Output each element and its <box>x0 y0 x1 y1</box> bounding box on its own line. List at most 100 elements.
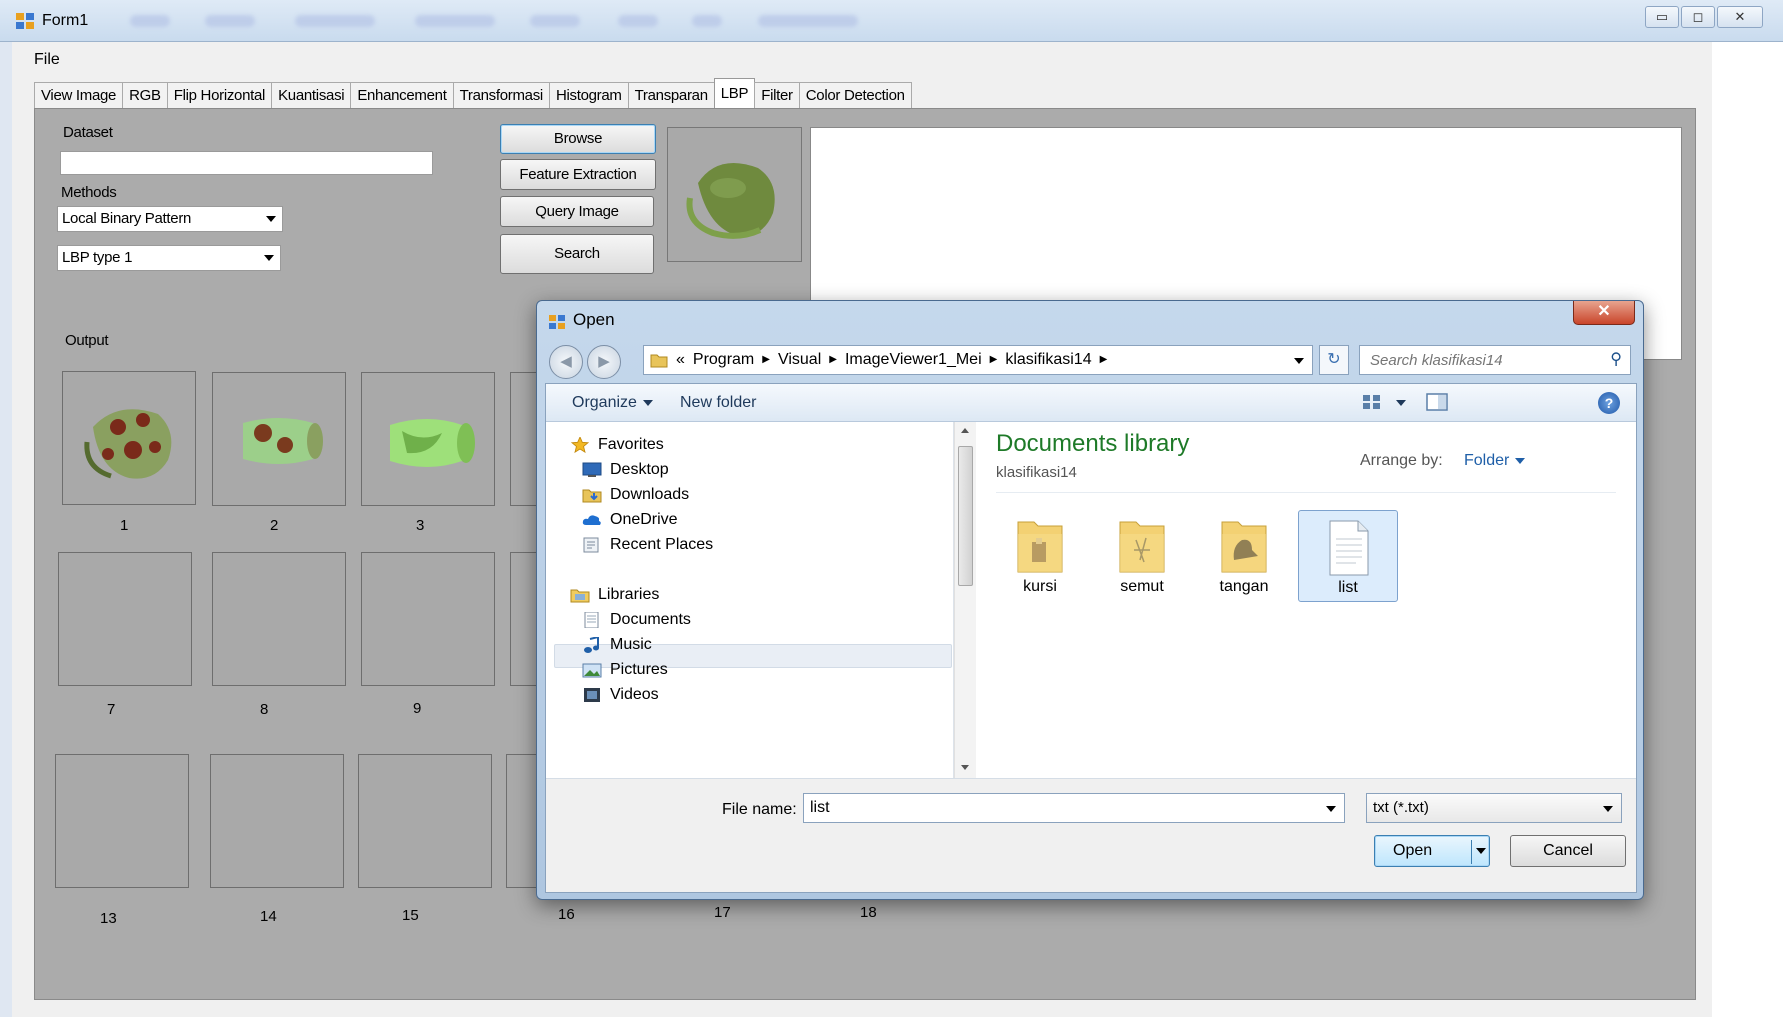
tab-color-detection[interactable]: Color Detection <box>798 82 912 108</box>
result-thumbnail-1[interactable] <box>62 371 196 505</box>
menu-file[interactable]: File <box>34 51 60 69</box>
tab-lbp[interactable]: LBP <box>713 78 756 108</box>
tab-transformasi[interactable]: Transformasi <box>452 82 550 108</box>
close-button[interactable]: ✕ <box>1717 6 1763 28</box>
refresh-button[interactable]: ↻ <box>1319 345 1349 375</box>
minimize-button[interactable]: ▭ <box>1645 6 1679 28</box>
nav-music[interactable]: Music <box>582 636 652 654</box>
output-label: Output <box>65 332 109 349</box>
tab-enhancement[interactable]: Enhancement <box>350 82 454 108</box>
cloud-icon <box>582 515 601 525</box>
maximize-button[interactable]: ◻ <box>1681 6 1715 28</box>
feature-extraction-button[interactable]: Feature Extraction <box>500 159 656 190</box>
chevron-down-icon <box>264 255 274 261</box>
breadcrumb-overflow[interactable]: « <box>676 346 685 374</box>
address-bar[interactable]: « Program ▶ Visual ▶ ImageViewer1_Mei ▶ … <box>643 345 1313 375</box>
result-thumbnail-13[interactable] <box>55 754 189 888</box>
chevron-down-icon[interactable] <box>1294 358 1304 364</box>
file-name-label: File name: <box>722 801 797 818</box>
arrange-by-dropdown[interactable]: Folder <box>1464 452 1526 470</box>
arrange-by-value: Folder <box>1464 452 1510 469</box>
query-image-button[interactable]: Query Image <box>500 196 654 227</box>
cancel-button[interactable]: Cancel <box>1510 835 1626 867</box>
vase-thumbnail-image <box>390 419 475 467</box>
window-titlebar: Form1 ▭ ◻ ✕ <box>0 0 1783 42</box>
nav-libraries[interactable]: Libraries <box>570 586 659 604</box>
tab-flip-horizontal[interactable]: Flip Horizontal <box>166 82 273 108</box>
folder-item-kursi[interactable]: kursi <box>990 510 1090 602</box>
search-icon: ⚲ <box>1610 351 1622 368</box>
tab-kuantisasi[interactable]: Kuantisasi <box>271 82 352 108</box>
thumbnail-number: 1 <box>120 517 129 534</box>
nav-recent-places[interactable]: Recent Places <box>582 536 713 554</box>
file-name-value: list <box>810 799 830 816</box>
breadcrumb: « Program ▶ Visual ▶ ImageViewer1_Mei ▶ … <box>676 346 1107 374</box>
back-button[interactable]: ◀ <box>549 345 583 379</box>
new-folder-button[interactable]: New folder <box>680 394 756 412</box>
chevron-down-icon[interactable] <box>1326 806 1336 812</box>
search-box[interactable]: ⚲ <box>1359 345 1631 375</box>
file-name: list <box>1338 579 1358 596</box>
chevron-down-icon <box>266 216 276 222</box>
breadcrumb-klasifikasi14[interactable]: klasifikasi14 <box>1005 346 1091 374</box>
nav-videos[interactable]: Videos <box>582 686 659 704</box>
file-type-select[interactable]: txt (*.txt) <box>1366 793 1622 823</box>
open-options-chevron-icon[interactable] <box>1476 848 1486 854</box>
result-thumbnail-9[interactable] <box>361 552 495 686</box>
result-thumbnail-2[interactable] <box>212 372 346 506</box>
tab-histogram[interactable]: Histogram <box>548 82 629 108</box>
file-name-input[interactable]: list <box>803 793 1345 823</box>
scroll-down-icon[interactable] <box>961 765 969 770</box>
nav-pictures[interactable]: Pictures <box>582 661 668 679</box>
nav-onedrive[interactable]: OneDrive <box>582 511 678 529</box>
blurred-taskbar-region <box>692 15 722 27</box>
nav-downloads[interactable]: Downloads <box>582 486 689 504</box>
scrollbar-thumb[interactable] <box>958 446 973 586</box>
tab-rgb[interactable]: RGB <box>122 82 168 108</box>
nav-scrollbar[interactable] <box>954 422 976 778</box>
result-thumbnail-3[interactable] <box>361 372 495 506</box>
tab-transparan[interactable]: Transparan <box>627 82 715 108</box>
browse-button[interactable]: Browse <box>500 124 656 154</box>
window-title: Form1 <box>42 12 89 29</box>
result-thumbnail-16[interactable] <box>506 754 540 888</box>
open-button[interactable]: Open <box>1374 835 1490 867</box>
result-thumbnail-7[interactable] <box>58 552 192 686</box>
folder-item-tangan[interactable]: tangan <box>1194 510 1294 602</box>
folder-item-semut[interactable]: semut <box>1092 510 1192 602</box>
result-thumbnail-8[interactable] <box>212 552 346 686</box>
tab-filter[interactable]: Filter <box>754 82 800 108</box>
breadcrumb-program[interactable]: Program <box>693 346 754 374</box>
nav-favorites[interactable]: Favorites <box>570 436 664 454</box>
tab-view-image[interactable]: View Image <box>34 82 124 108</box>
file-item-list[interactable]: list <box>1298 510 1398 602</box>
organize-menu[interactable]: Organize <box>572 394 653 412</box>
breadcrumb-separator-icon[interactable]: ▶ <box>1100 346 1108 374</box>
nav-documents[interactable]: Documents <box>582 611 691 629</box>
search-input[interactable] <box>1360 346 1590 374</box>
breadcrumb-separator-icon[interactable]: ▶ <box>762 346 770 374</box>
help-icon[interactable]: ? <box>1598 392 1620 414</box>
result-thumbnail-14[interactable] <box>210 754 344 888</box>
nav-desktop[interactable]: Desktop <box>582 461 669 479</box>
forward-button[interactable]: ▶ <box>587 345 621 379</box>
file-list-pane: Documents library klasifikasi14 Arrange … <box>978 422 1636 778</box>
method-select[interactable]: Local Binary Pattern <box>57 206 283 232</box>
search-button[interactable]: Search <box>500 234 654 274</box>
thumbnail-number: 18 <box>860 904 877 921</box>
change-view-icon[interactable] <box>1362 393 1382 411</box>
breadcrumb-visual[interactable]: Visual <box>778 346 821 374</box>
view-options-chevron-icon[interactable] <box>1396 400 1406 406</box>
arrange-by-label: Arrange by: <box>1360 452 1443 469</box>
breadcrumb-separator-icon[interactable]: ▶ <box>990 346 998 374</box>
breadcrumb-separator-icon[interactable]: ▶ <box>829 346 837 374</box>
result-thumbnail-15[interactable] <box>358 754 492 888</box>
dialog-close-button[interactable]: ✕ <box>1573 301 1635 325</box>
scroll-up-icon[interactable] <box>961 428 969 433</box>
lbp-type-select[interactable]: LBP type 1 <box>57 245 281 271</box>
dataset-input[interactable] <box>60 151 433 175</box>
preview-pane-icon[interactable] <box>1426 393 1448 411</box>
menubar: File <box>12 42 1712 76</box>
recent-places-icon <box>583 537 599 553</box>
breadcrumb-imageviewer[interactable]: ImageViewer1_Mei <box>845 346 982 374</box>
